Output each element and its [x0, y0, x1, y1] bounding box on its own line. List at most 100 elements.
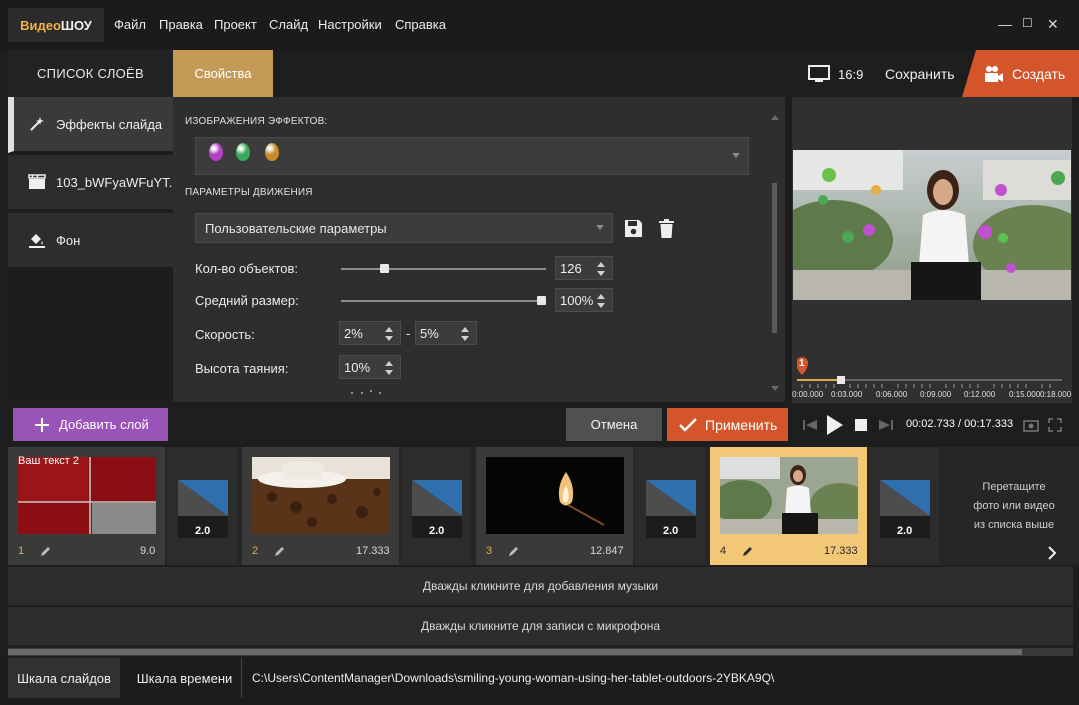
- tab-properties[interactable]: Свойства: [173, 50, 273, 97]
- delete-preset-icon[interactable]: [658, 219, 675, 238]
- slide-duration: 17.333: [824, 545, 858, 557]
- motion-preset-select[interactable]: Пользовательские параметры: [195, 213, 613, 243]
- save-button[interactable]: Сохранить: [885, 66, 955, 82]
- next-frame-icon[interactable]: [878, 418, 894, 432]
- tick-label: 0:00.000: [792, 390, 824, 399]
- slide-number: 3: [486, 545, 493, 557]
- chevron-down-icon: [732, 153, 740, 158]
- layer-item-background[interactable]: Фон: [8, 213, 173, 269]
- tick-label: 0:06.000: [876, 390, 908, 399]
- snapshot-camera-icon[interactable]: [1023, 418, 1039, 432]
- save-preset-icon[interactable]: [624, 219, 643, 238]
- music-track[interactable]: Дважды кликните для добавления музыки: [8, 567, 1073, 605]
- minimize-button[interactable]: —: [998, 16, 1012, 32]
- balloon-purple-icon: [209, 143, 223, 161]
- tick-label: 0:18.000: [1040, 390, 1072, 399]
- preview-video[interactable]: [793, 150, 1071, 300]
- arrow-down-icon[interactable]: [461, 336, 469, 341]
- arrow-up-icon[interactable]: [461, 327, 469, 332]
- speed-max-spinbox[interactable]: 5%: [415, 321, 477, 345]
- menu-help[interactable]: Справка: [395, 17, 446, 32]
- count-spinbox[interactable]: 126: [555, 256, 613, 280]
- arrow-down-icon[interactable]: [385, 336, 393, 341]
- pencil-icon[interactable]: [40, 545, 52, 557]
- preset-value: Пользовательские параметры: [205, 220, 387, 236]
- video-camera-icon: [985, 65, 1003, 82]
- slide-number: 1: [18, 545, 25, 557]
- pencil-icon[interactable]: [742, 545, 754, 557]
- microphone-track[interactable]: Дважды кликните для записи с микрофона: [8, 607, 1073, 645]
- tab-layer-list[interactable]: СПИСОК СЛОЁВ: [8, 50, 173, 97]
- add-layer-button[interactable]: Добавить слой: [13, 408, 168, 441]
- aspect-ratio-button[interactable]: 16:9: [808, 65, 863, 83]
- apply-button[interactable]: Применить: [667, 408, 788, 441]
- count-slider-track[interactable]: [341, 268, 546, 270]
- arrow-up-icon[interactable]: [597, 294, 605, 299]
- create-button[interactable]: Создать: [962, 50, 1079, 97]
- layer-item-video[interactable]: 103_bWFyaWFuYT...: [8, 155, 180, 211]
- close-button[interactable]: ✕: [1047, 16, 1059, 33]
- slide-thumbnail-1[interactable]: [18, 457, 156, 534]
- slide-thumbnail-4[interactable]: [720, 457, 858, 534]
- maximize-button[interactable]: ☐: [1022, 16, 1033, 30]
- properties-scrollbar-thumb[interactable]: [772, 183, 777, 333]
- transition-duration: 2.0: [195, 525, 211, 537]
- marker-number: 1: [799, 358, 805, 369]
- slide-duration: 17.333: [356, 545, 390, 557]
- tab-slide-timeline[interactable]: Шкала слайдов: [8, 658, 120, 698]
- layer-label: 103_bWFyaWFuYT...: [56, 174, 180, 190]
- size-value: 100%: [560, 292, 594, 308]
- scroll-up-icon[interactable]: [770, 113, 780, 121]
- layer-label: Фон: [56, 232, 81, 248]
- menu-slide[interactable]: Слайд: [269, 17, 308, 32]
- menu-settings[interactable]: Настройки: [318, 17, 382, 32]
- stop-icon[interactable]: [855, 419, 867, 431]
- fullscreen-icon[interactable]: [1048, 418, 1062, 432]
- slide-number: 2: [252, 545, 259, 557]
- previous-frame-icon[interactable]: [802, 418, 818, 432]
- effects-section-title: ИЗОБРАЖЕНИЯ ЭФФЕКТОВ:: [185, 116, 328, 127]
- menu-edit[interactable]: Правка: [159, 17, 203, 32]
- slide-thumbnail-2[interactable]: [252, 457, 390, 534]
- scroll-down-icon[interactable]: [770, 385, 780, 393]
- menu-file[interactable]: Файл: [114, 17, 146, 32]
- arrow-down-icon[interactable]: [385, 370, 393, 375]
- size-label: Средний размер:: [195, 293, 299, 308]
- melt-height-spinbox[interactable]: 10%: [339, 355, 401, 379]
- size-slider-track[interactable]: [341, 300, 546, 302]
- tab-time-timeline[interactable]: Шкала времени: [128, 658, 242, 698]
- timeline-scrollbar-thumb[interactable]: [8, 649, 1022, 655]
- more-dots-icon: [351, 390, 381, 394]
- size-spinbox[interactable]: 100%: [555, 288, 613, 312]
- tick-label: 0:15.000: [1009, 390, 1041, 399]
- slide-caption: Ваш текст 2: [18, 455, 80, 467]
- plus-icon: [35, 417, 49, 432]
- arrow-up-icon[interactable]: [385, 327, 393, 332]
- slide-duration: 12.847: [590, 545, 624, 557]
- drop-hint: Перетащите фото или видео из списка выше: [973, 481, 1055, 531]
- speed-label: Скорость:: [195, 327, 255, 342]
- file-path: C:\Users\ContentManager\Downloads\smilin…: [252, 671, 775, 685]
- apply-label: Применить: [705, 416, 778, 433]
- add-layer-label: Добавить слой: [59, 417, 149, 432]
- pencil-icon[interactable]: [508, 545, 520, 557]
- melt-height-value: 10%: [344, 359, 371, 375]
- cancel-button[interactable]: Отмена: [566, 408, 662, 441]
- layer-item-slide-effects[interactable]: Эффекты слайда: [8, 97, 173, 153]
- arrow-down-icon[interactable]: [597, 271, 605, 276]
- menu-project[interactable]: Проект: [214, 17, 257, 32]
- chevron-down-icon: [596, 225, 604, 230]
- chevron-right-icon[interactable]: [1047, 546, 1057, 560]
- slide-thumbnail-3[interactable]: [486, 457, 624, 534]
- play-icon[interactable]: [826, 414, 844, 436]
- pencil-icon[interactable]: [274, 545, 286, 557]
- arrow-up-icon[interactable]: [385, 361, 393, 366]
- speed-min-spinbox[interactable]: 2%: [339, 321, 401, 345]
- size-slider-handle[interactable]: [537, 296, 546, 305]
- arrow-down-icon[interactable]: [597, 303, 605, 308]
- timecode: 00:02.733 / 00:17.333: [906, 418, 1013, 430]
- tick-label: 0:03.000: [831, 390, 863, 399]
- melt-height-label: Высота таяния:: [195, 361, 289, 376]
- arrow-up-icon[interactable]: [597, 262, 605, 267]
- count-slider-handle[interactable]: [380, 264, 390, 273]
